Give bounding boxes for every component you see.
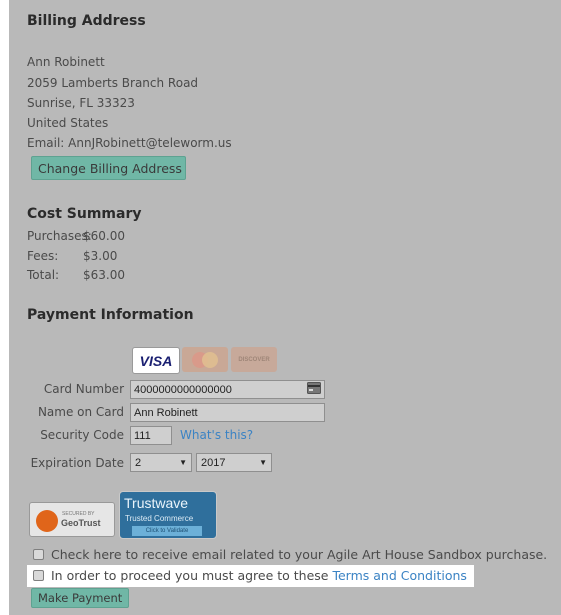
expiration-year-value: 2017 [201,456,226,469]
card-number-input[interactable]: 4000000000000000 [130,380,325,399]
geotrust-name: GeoTrust [61,518,101,528]
expiration-month-value: 2 [135,456,142,469]
terms-prefix: In order to proceed you must agree to th… [51,568,333,583]
purchases-value: $60.00 [83,229,125,243]
name-on-card-input[interactable]: Ann Robinett [130,403,325,422]
card-number-value: 4000000000000000 [134,383,232,396]
trustwave-seal[interactable]: Trustwave Trusted Commerce Click to Vali… [119,491,217,539]
terms-text: In order to proceed you must agree to th… [51,568,467,583]
dropdown-arrow-icon: ▼ [179,458,187,467]
mastercard-circles-icon [192,351,218,368]
name-on-card-value: Ann Robinett [134,406,198,419]
name-on-card-label: Name on Card [37,405,124,419]
security-code-label: Security Code [40,428,124,442]
dropdown-arrow-icon: ▼ [259,458,267,467]
billing-email: Email: AnnJRobinett@teleworm.us [27,136,232,150]
discover-card-text: DISCOVER [238,356,270,363]
email-optin-label: Check here to receive email related to y… [51,547,548,562]
billing-city: Sunrise, FL 33323 [27,96,135,110]
billing-address-heading: Billing Address [27,13,146,29]
make-payment-button[interactable]: Make Payment [31,588,129,608]
cost-summary-heading: Cost Summary [27,206,142,222]
whats-this-link[interactable]: What's this? [180,428,253,442]
visa-card-icon: VISA [132,347,180,374]
fees-label: Fees: [27,249,59,263]
credit-card-icon [307,382,321,397]
expiration-year-select[interactable]: 2017 ▼ [196,453,272,472]
terms-and-conditions-link[interactable]: Terms and Conditions [332,568,466,583]
expiration-month-select[interactable]: 2 ▼ [130,453,192,472]
security-code-input[interactable]: 111 [130,426,172,445]
geotrust-seal[interactable]: SECURED BY GeoTrust [29,502,115,537]
change-billing-address-button[interactable]: Change Billing Address [31,156,186,180]
total-value: $63.00 [83,268,125,282]
card-number-label: Card Number [43,382,124,396]
trustwave-validate: Click to Validate [132,526,202,536]
total-label: Total: [27,268,60,282]
geotrust-logo-icon [36,510,58,532]
visa-card-text: VISA [139,352,173,369]
fees-value: $3.00 [83,249,118,263]
email-optin-checkbox[interactable] [33,549,44,560]
billing-street: 2059 Lamberts Branch Road [27,76,199,90]
geotrust-secured-by: SECURED BY [62,511,95,517]
expiration-date-label: Expiration Date [30,456,124,470]
security-code-value: 111 [134,429,151,442]
terms-checkbox[interactable] [33,570,44,581]
trustwave-name: Trustwave [124,495,189,511]
trustwave-subtitle: Trusted Commerce [125,514,194,523]
discover-card-icon: DISCOVER [231,347,277,372]
billing-name: Ann Robinett [27,55,105,69]
billing-country: United States [27,116,109,130]
mastercard-card-icon [182,347,228,372]
payment-information-heading: Payment Information [27,307,194,323]
